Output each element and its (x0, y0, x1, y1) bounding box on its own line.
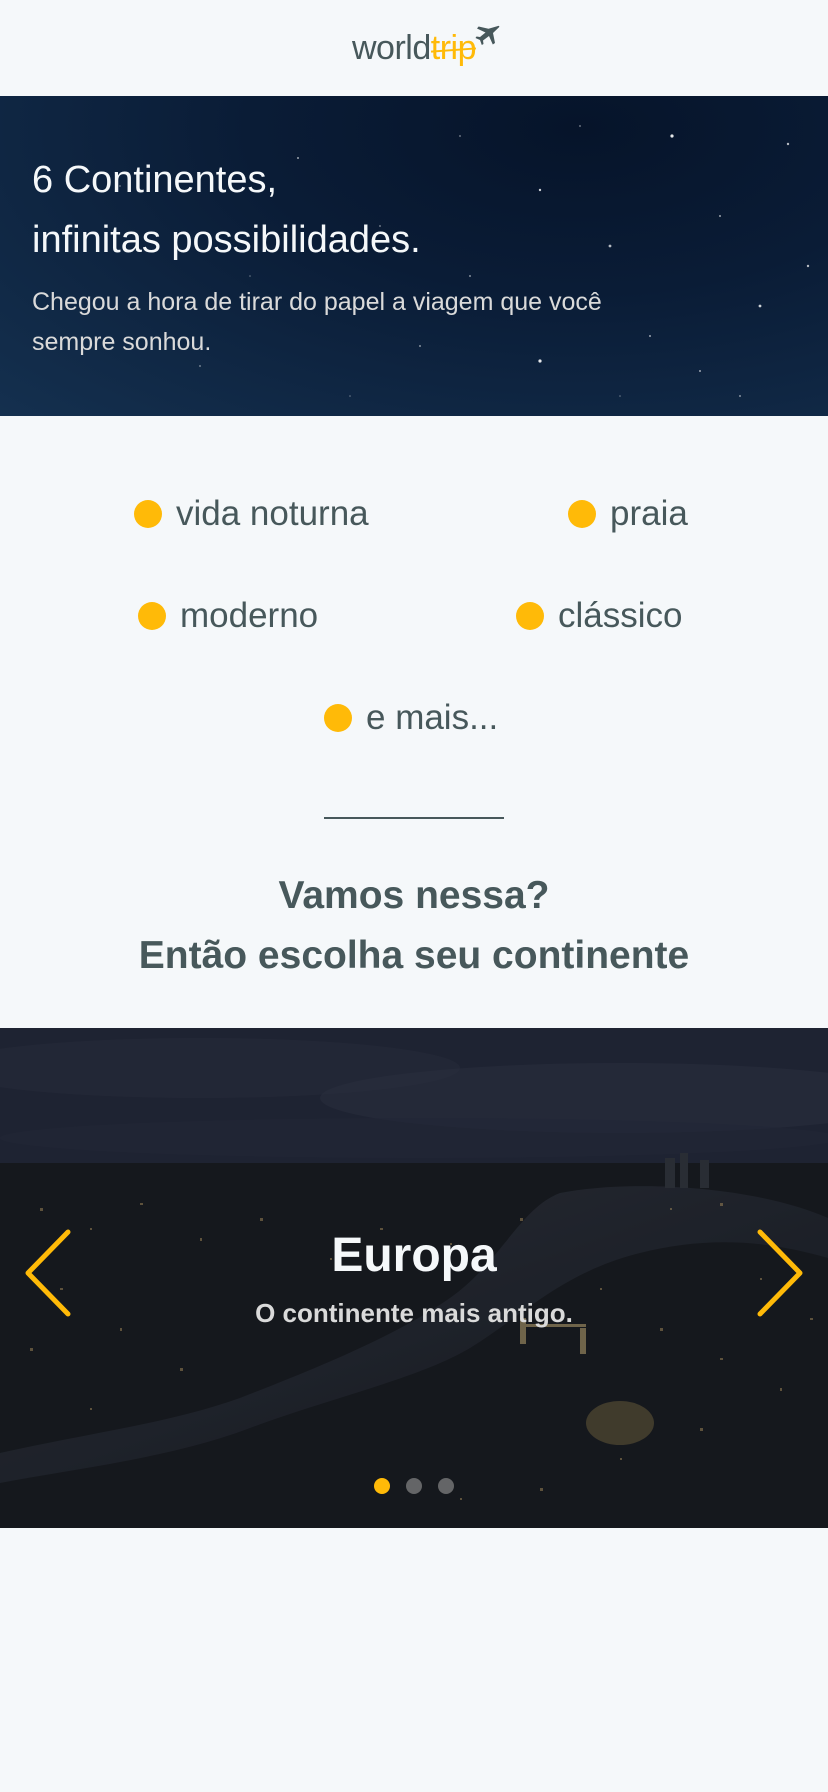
pagination-dot[interactable] (374, 1478, 390, 1494)
airplane-icon (475, 25, 500, 45)
bullet-icon (516, 602, 544, 630)
logo-trip: trip (430, 28, 477, 67)
cta-line1: Vamos nessa? (278, 874, 550, 917)
logo-text: worldtrip (352, 29, 476, 68)
travel-type-e-mais: e mais... (324, 698, 498, 738)
logo-world: world (352, 28, 431, 67)
banner-description: Chegou a hora de tirar do papel a viagem… (32, 288, 602, 356)
chevron-left-icon[interactable] (22, 1228, 74, 1318)
slider-pagination (0, 1478, 828, 1494)
travel-type-label: clássico (558, 596, 683, 635)
continent-cta-heading: Vamos nessa? Então escolha seu continent… (0, 866, 828, 986)
pagination-dot[interactable] (438, 1478, 454, 1494)
travel-type-moderno: moderno (138, 596, 318, 636)
continent-slider[interactable]: Europa O continente mais antigo. (0, 1028, 828, 1528)
slide-title[interactable]: Europa (0, 1228, 828, 1283)
cta-line2: Então escolha seu continente (138, 934, 690, 977)
banner-title: 6 Continentes, infinitas possibilidades. (32, 150, 421, 270)
travel-type-label: vida noturna (176, 494, 369, 533)
worldtrip-logo[interactable]: worldtrip (352, 23, 500, 73)
travel-types: vida noturna praia moderno clássico e ma… (0, 416, 828, 786)
banner-title-line2: infinitas possibilidades. (32, 219, 421, 261)
hero-banner: 6 Continentes, infinitas possibilidades.… (0, 96, 828, 416)
chevron-right-icon[interactable] (754, 1228, 806, 1318)
header: worldtrip (0, 0, 828, 96)
travel-type-vida-noturna: vida noturna (134, 494, 369, 534)
banner-title-line1: 6 Continentes, (32, 159, 278, 201)
pagination-dot[interactable] (406, 1478, 422, 1494)
travel-type-classico: clássico (516, 596, 682, 636)
bullet-icon (568, 500, 596, 528)
travel-type-praia: praia (568, 494, 688, 534)
bullet-icon (138, 602, 166, 630)
bullet-icon (324, 704, 352, 732)
section-divider (324, 817, 504, 819)
slide-subtitle: O continente mais antigo. (255, 1298, 573, 1328)
bullet-icon (134, 500, 162, 528)
travel-type-label: moderno (180, 596, 319, 635)
travel-type-label: praia (610, 494, 688, 533)
travel-type-label: e mais... (366, 698, 499, 737)
